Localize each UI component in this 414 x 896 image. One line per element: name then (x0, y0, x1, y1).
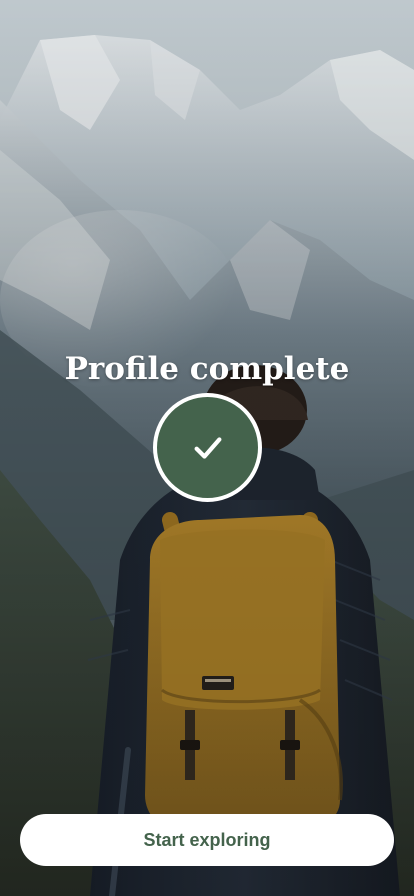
profile-complete-screen: Profile complete Start exploring (0, 0, 414, 896)
success-badge (153, 393, 262, 502)
checkmark-icon (194, 436, 221, 459)
page-title: Profile complete (64, 350, 350, 387)
start-exploring-button[interactable]: Start exploring (20, 814, 394, 866)
